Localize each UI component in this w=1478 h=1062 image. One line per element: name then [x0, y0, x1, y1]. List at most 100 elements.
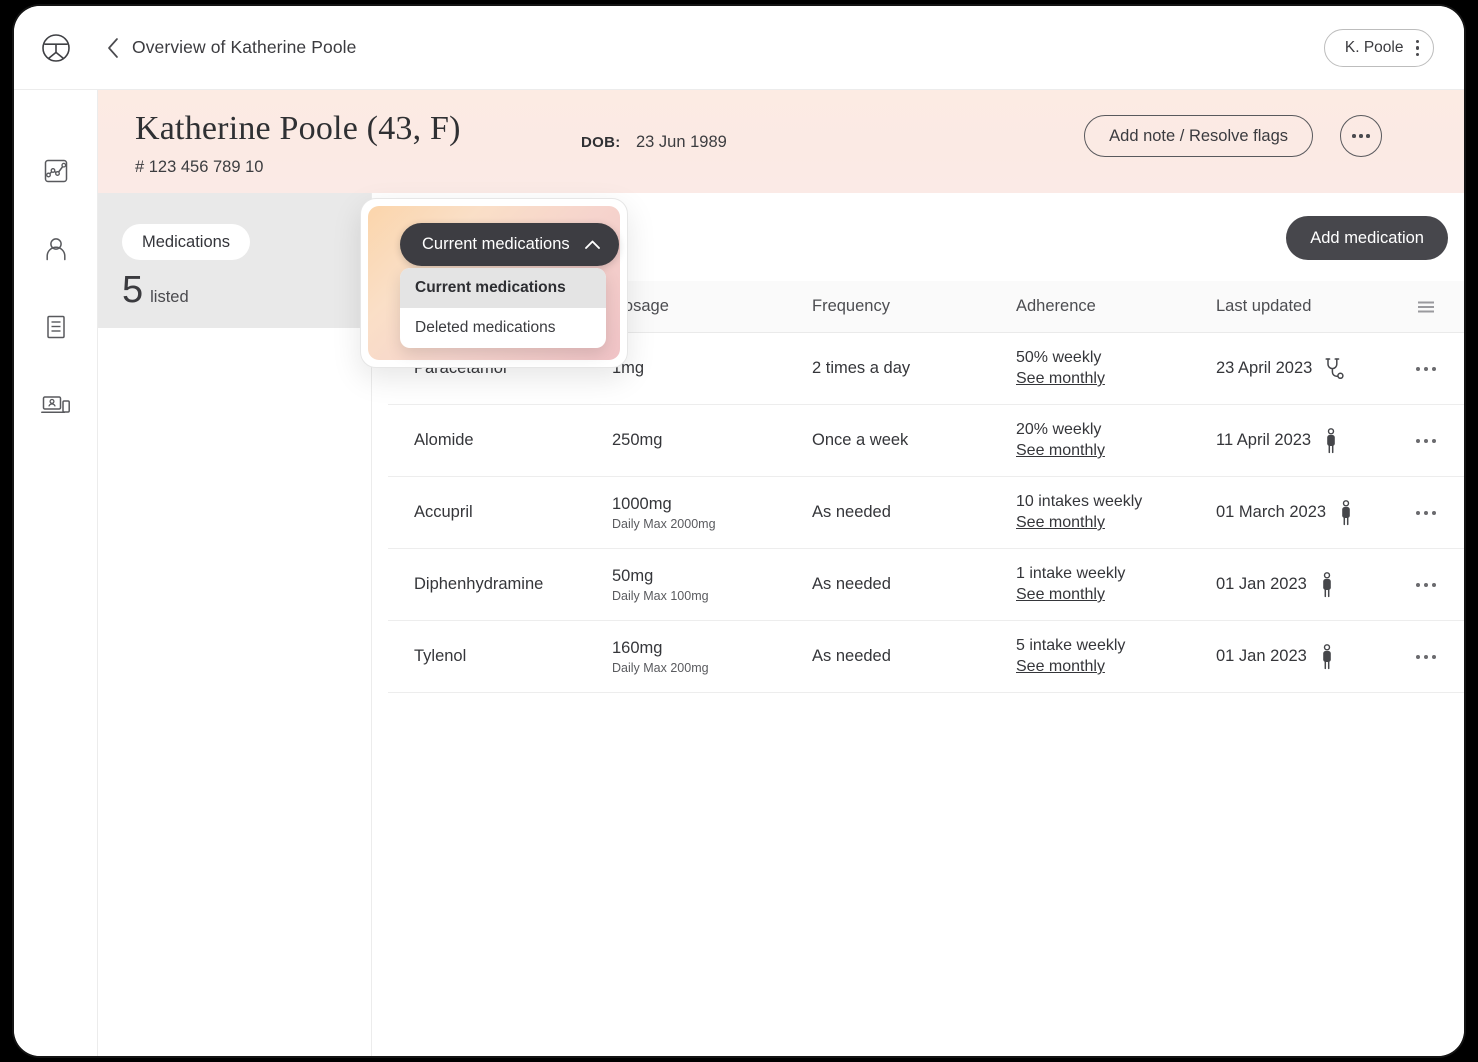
column-header-adherence[interactable]: Adherence — [1016, 297, 1096, 316]
user-menu-button[interactable]: K. Poole — [1323, 29, 1434, 67]
cell-adherence: 10 intakes weekly See monthly — [1016, 493, 1142, 532]
kebab-horizontal-icon — [1416, 438, 1436, 443]
row-menu-button[interactable] — [1416, 366, 1436, 371]
back-button[interactable] — [102, 37, 124, 59]
count-label: listed — [150, 288, 189, 306]
rail-item-records[interactable] — [39, 310, 73, 344]
dropdown-option-current-medications[interactable]: Current medications — [400, 268, 606, 308]
cell-dosage: 1000mg Daily Max 2000mg — [612, 495, 716, 531]
see-monthly-link[interactable]: See monthly — [1016, 658, 1125, 676]
kebab-horizontal-icon — [1416, 510, 1436, 515]
left-nav-rail — [14, 90, 98, 1056]
see-monthly-link[interactable]: See monthly — [1016, 514, 1142, 532]
dosage-value: 250mg — [612, 431, 663, 449]
kebab-vertical-icon — [1415, 39, 1419, 57]
app-window: Overview of Katherine Poole K. Poole Kat… — [14, 6, 1464, 1056]
app-logo[interactable] — [14, 33, 98, 63]
dob-label: DOB: — [581, 134, 621, 151]
summary-panel: Medications 5 listed — [98, 193, 372, 328]
patient-id: # 123 456 789 10 — [135, 158, 264, 176]
stethoscope-icon — [1325, 357, 1344, 379]
dropdown-option-deleted-medications[interactable]: Deleted medications — [400, 308, 606, 348]
row-menu-button[interactable] — [1416, 510, 1436, 515]
dosage-value: 1000mg — [612, 494, 672, 513]
kebab-horizontal-icon — [1416, 582, 1436, 587]
table-row[interactable]: Tylenol 160mg Daily Max 200mg As needed 5 in… — [388, 621, 1464, 693]
row-menu-button[interactable] — [1416, 654, 1436, 659]
chart-line-icon — [44, 159, 67, 183]
table-row[interactable]: Accupril 1000mg Daily Max 2000mg As needed 1… — [388, 477, 1464, 549]
cell-frequency: 2 times a day — [812, 359, 911, 377]
dob-value: 23 Jun 1989 — [636, 133, 727, 151]
dosage-sub: Daily Max 2000mg — [612, 516, 716, 531]
patient-name: Katherine Poole (43, F) — [135, 110, 461, 147]
cell-medication-name: Alomide — [414, 431, 474, 449]
summary-column-bg — [98, 328, 372, 1056]
banner-more-button[interactable] — [1340, 115, 1382, 157]
spotlight-gradient: Current medications Current medications … — [368, 206, 620, 360]
dropdown-trigger-label: Current medications — [422, 235, 570, 253]
cell-frequency: Once a week — [812, 431, 909, 449]
cell-medication-name: Accupril — [414, 503, 473, 521]
dosage-value: 50mg — [612, 566, 654, 585]
cell-last-updated: 01 March 2023 — [1216, 499, 1353, 526]
see-monthly-link[interactable]: See monthly — [1016, 370, 1105, 388]
dosage-sub: Daily Max 200mg — [612, 660, 709, 675]
cell-last-updated: 01 Jan 2023 — [1216, 643, 1334, 670]
adherence-value: 50% weekly — [1016, 349, 1102, 366]
rail-item-analytics[interactable] — [39, 154, 73, 188]
row-menu-button[interactable] — [1416, 582, 1436, 587]
current-medications-dropdown-trigger[interactable]: Current medications — [400, 223, 619, 266]
adherence-value: 1 intake weekly — [1016, 565, 1126, 582]
adherence-value: 10 intakes weekly — [1016, 493, 1143, 510]
tab-medications[interactable]: Medications — [122, 224, 251, 260]
row-menu-button[interactable] — [1416, 438, 1436, 443]
see-monthly-link[interactable]: See monthly — [1016, 442, 1105, 460]
kebab-horizontal-icon — [1416, 654, 1436, 659]
cell-adherence: 5 intake weekly See monthly — [1016, 637, 1125, 676]
cell-frequency: As needed — [812, 647, 891, 665]
top-bar: Overview of Katherine Poole K. Poole — [14, 6, 1464, 90]
cell-frequency: As needed — [812, 575, 891, 593]
last-updated-date: 01 March 2023 — [1216, 503, 1327, 521]
user-pill-label: K. Poole — [1344, 39, 1404, 56]
count-number: 5 — [122, 269, 144, 311]
patient-banner: Katherine Poole (43, F) # 123 456 789 10… — [98, 90, 1464, 193]
add-note-button[interactable]: Add note / Resolve flags — [1084, 115, 1313, 157]
cell-dosage: 160mg Daily Max 200mg — [612, 639, 709, 675]
rail-item-patient[interactable] — [39, 232, 73, 266]
dosage-sub: Daily Max 100mg — [612, 588, 709, 603]
medications-count: 5 listed — [122, 271, 189, 309]
column-header-last-updated[interactable]: Last updated — [1216, 297, 1311, 316]
table-row[interactable]: Diphenhydramine 50mg Daily Max 100mg As nee… — [388, 549, 1464, 621]
kebab-horizontal-icon — [1352, 134, 1370, 138]
person-standing-icon — [1342, 499, 1350, 525]
column-header-frequency[interactable]: Frequency — [812, 297, 890, 316]
adherence-value: 5 intake weekly — [1016, 637, 1126, 654]
document-lines-icon — [46, 315, 65, 339]
breadcrumb: Overview of Katherine Poole — [132, 37, 357, 57]
table-row[interactable]: Alomide 250mg Once a week 20% weekly See mon… — [388, 405, 1464, 477]
last-updated-date: 11 April 2023 — [1216, 431, 1312, 449]
peace-circle-logo-icon — [42, 33, 70, 62]
person-standing-icon — [1323, 571, 1331, 597]
cell-medication-name: Diphenhydramine — [414, 575, 544, 593]
cell-last-updated: 11 April 2023 — [1216, 427, 1338, 454]
person-standing-icon — [1323, 643, 1331, 669]
cell-dosage: 250mg — [612, 431, 662, 450]
cell-adherence: 1 intake weekly See monthly — [1016, 565, 1125, 604]
rail-item-telehealth[interactable] — [39, 388, 73, 422]
dosage-value: 160mg — [612, 638, 663, 657]
hamburger-icon — [1418, 301, 1434, 312]
last-updated-date: 23 April 2023 — [1216, 359, 1313, 377]
add-medication-button[interactable]: Add medication — [1286, 216, 1448, 260]
cell-dosage: 50mg Daily Max 100mg — [612, 567, 709, 603]
chevron-up-icon — [584, 240, 600, 249]
cell-adherence: 20% weekly See monthly — [1016, 421, 1105, 460]
see-monthly-link[interactable]: See monthly — [1016, 586, 1125, 604]
cell-adherence: 50% weekly See monthly — [1016, 349, 1105, 388]
cell-last-updated: 01 Jan 2023 — [1216, 571, 1334, 598]
cell-last-updated: 23 April 2023 — [1216, 357, 1345, 381]
table-options-button[interactable] — [1416, 300, 1436, 314]
laptop-person-icon — [40, 396, 70, 414]
